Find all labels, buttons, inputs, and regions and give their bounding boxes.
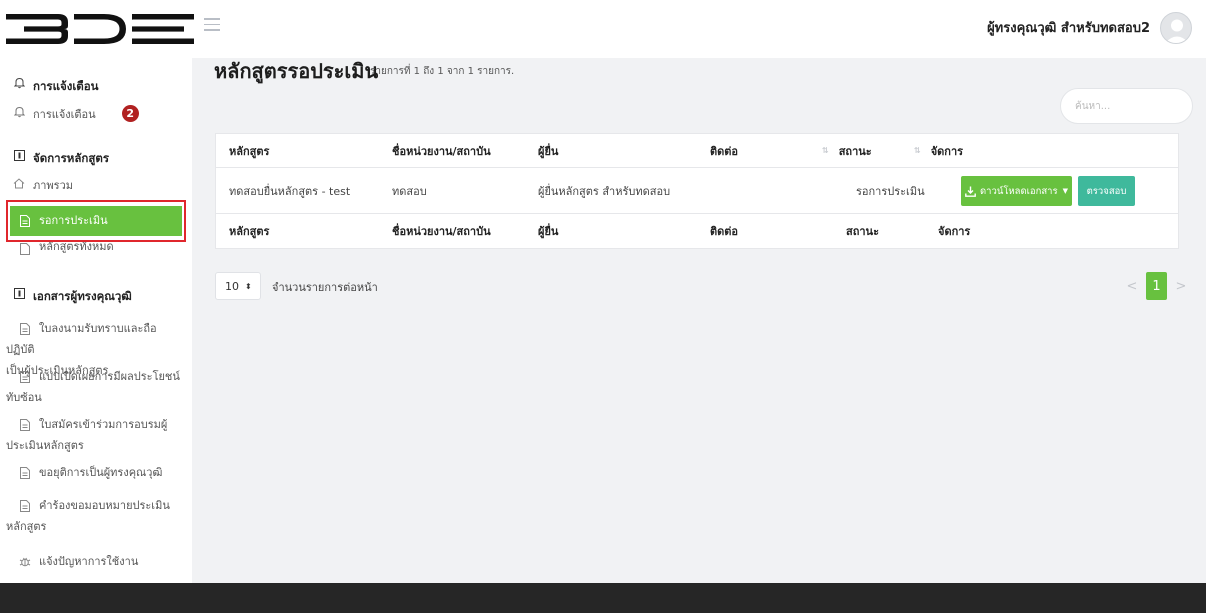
menu-toggle-icon[interactable] [204,18,220,32]
sidebar-item-report-issue[interactable]: แจ้งปัญหาการใช้งาน [0,551,192,572]
select-arrows-icon: ⬍ [245,281,252,291]
page-size-label: จำนวนรายการต่อหน้า [272,281,378,294]
footer [0,583,1206,613]
page-title: หลักสูตรรอประเมิน [214,59,379,83]
caret-down-icon: ▼ [1062,187,1069,195]
cell-submitter: ผู้ยื่นหลักสูตร สำหรับทดสอบ [538,184,671,198]
table-footer-row: หลักสูตร ชื่อหน่วยงาน/สถาบัน ผู้ยื่น ติด… [216,214,1178,248]
sidebar-item-all-courses[interactable]: หลักสูตรทั้งหมด [0,242,192,256]
avatar-icon [1165,19,1189,43]
document-icon [18,322,32,336]
pagination-next-button[interactable]: > [1173,272,1189,300]
footer-header-actions: จัดการ [938,225,971,238]
footer-header-status: สถานะ [846,225,879,238]
search-input[interactable] [1060,88,1193,124]
sidebar-item-overview[interactable]: ภาพรวม [0,176,192,196]
sidebar-item-conflict-of-interest[interactable]: แบบเปิดเผยการมีผลประโยชน์ ทับซ้อน [0,366,192,408]
sidebar-item-terminate-expert[interactable]: ขอยุติการเป็นผู้ทรงคุณวุฒิ [0,462,192,483]
user-name[interactable]: ผู้ทรงคุณวุฒิ สำหรับทดสอบ2 [987,17,1150,38]
notification-count-badge: 2 [121,105,139,122]
table-row: ทดสอบยื่นหลักสูตร - test ทดสอบ ผู้ยื่นหล… [216,168,1178,214]
column-header-status[interactable]: ⇅ สถานะ [822,134,872,167]
cell-course: ทดสอบยื่นหลักสูตร - test [229,184,351,198]
column-header-course[interactable]: หลักสูตร [229,134,269,167]
sort-icon: ⇅ [914,146,921,155]
document-icon [18,466,32,480]
document-icon [18,242,32,256]
download-icon [965,186,976,197]
sidebar: การแจ้งเตือน การแจ้งเตือน 2 จัดการหลักสู… [0,58,192,583]
cell-status: รอการประเมิน [856,184,925,198]
top-bar: ผู้ทรงคุณวุฒิ สำหรับทดสอบ2 [0,0,1206,58]
download-documents-button[interactable]: ดาวน์โหลดเอกสาร ▼ [961,176,1072,206]
sidebar-item-training-application[interactable]: ใบสมัครเข้าร่วมการอบรมผู้ ประเมินหลักสูตร [0,414,192,456]
courses-table: หลักสูตร ชื่อหน่วยงาน/สถาบัน ผู้ยื่น ติด… [215,133,1179,249]
sidebar-item-assignment-request[interactable]: คำร้องขอมอบหมายประเมิน หลักสูตร [0,495,192,537]
column-header-organization[interactable]: ชื่อหน่วยงาน/สถาบัน [392,134,491,167]
sidebar-heading-course-management: จัดการหลักสูตร [0,148,192,168]
sort-icon: ⇅ [822,146,829,155]
list-box-icon [12,148,26,162]
column-header-submitter[interactable]: ผู้ยื่น [538,134,558,167]
page-size-select[interactable]: 10 ⬍ [215,272,261,300]
bug-icon [18,555,32,569]
cell-organization: ทดสอบ [392,184,427,198]
table-header-row: หลักสูตร ชื่อหน่วยงาน/สถาบัน ผู้ยื่น ติด… [216,134,1178,168]
pagination-current-page[interactable]: 1 [1146,272,1167,300]
sidebar-heading-expert-documents: เอกสารผู้ทรงคุณวุฒิ [0,286,192,306]
footer-header-organization: ชื่อหน่วยงาน/สถาบัน [392,225,491,238]
main-content: หลักสูตรรอประเมิน รายการที่ 1 ถึง 1 จาก … [192,58,1206,583]
record-count-text: รายการที่ 1 ถึง 1 จาก 1 รายการ. [370,66,515,77]
footer-header-submitter: ผู้ยื่น [538,225,559,238]
document-icon [18,499,32,513]
sidebar-item-pending-evaluation[interactable]: รอการประเมิน [10,206,182,236]
inspect-button[interactable]: ตรวจสอบ [1078,176,1135,206]
document-icon [18,418,32,432]
sidebar-heading-notifications: การแจ้งเตือน [0,76,192,96]
column-header-actions[interactable]: ⇅ จัดการ [914,134,963,167]
bell-icon [12,76,26,90]
pagination-prev-button[interactable]: < [1124,272,1140,300]
footer-header-contact: ติดต่อ [710,225,739,238]
document-icon [18,214,32,228]
bde-logo[interactable] [0,0,200,58]
bell-icon [12,105,26,119]
home-icon [12,176,26,190]
list-box-icon [12,286,26,300]
user-avatar[interactable] [1160,12,1192,44]
sidebar-item-notifications[interactable]: การแจ้งเตือน 2 [0,105,192,125]
document-icon [18,370,32,384]
footer-header-course: หลักสูตร [229,225,270,238]
column-header-contact[interactable]: ติดต่อ [710,134,738,167]
